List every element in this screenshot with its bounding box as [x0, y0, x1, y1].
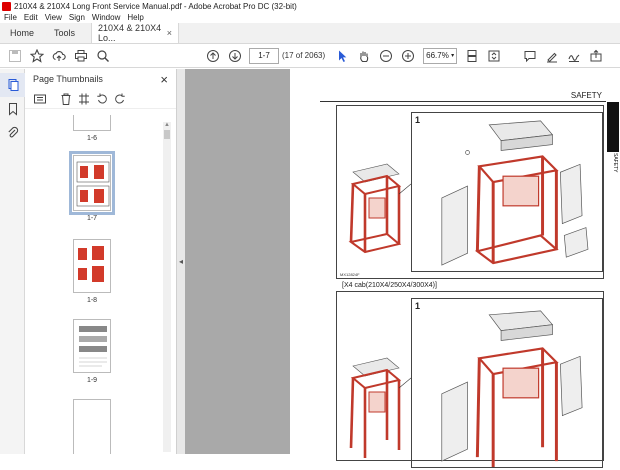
cab-exploded-drawing: [441, 120, 589, 266]
section-side-tab: [607, 102, 619, 152]
menu-sign[interactable]: Sign: [69, 13, 85, 22]
scroll-up-icon[interactable]: ▲: [163, 122, 171, 130]
tab-bar: Home Tools 210X4 & 210X4 Lo... ×: [0, 23, 620, 44]
figure-1-number: 1: [415, 115, 421, 125]
main-toolbar: 1-7 (17 of 2063) 66.7% ▾: [0, 44, 620, 68]
rotate-clockwise-icon[interactable]: [111, 90, 129, 108]
thumbnails-toolbar: [25, 89, 176, 109]
chevron-left-icon: ◂: [178, 257, 183, 266]
section-side-label: SAFETY: [612, 153, 618, 173]
page-thumbnails-icon[interactable]: [0, 73, 25, 97]
bookmarks-icon[interactable]: [0, 97, 25, 121]
scrollbar-thumb[interactable]: [164, 130, 170, 139]
previous-page-icon[interactable]: [202, 45, 224, 67]
figure-2-exploded-view: 1: [411, 298, 603, 468]
thumbnail-page-next[interactable]: [73, 399, 111, 454]
thumbnail-label: 1-6: [86, 135, 98, 142]
window-title: 210X4 & 210X4 Long Front Service Manual.…: [14, 1, 297, 11]
cab-frame-drawing: [348, 163, 411, 254]
tab-close-icon[interactable]: ×: [167, 28, 172, 38]
scroll-mode-icon[interactable]: [483, 45, 505, 67]
section-header: SAFETY: [570, 91, 602, 100]
zoom-level-select[interactable]: 66.7% ▾: [423, 47, 458, 64]
thumbnail-page-1-6[interactable]: [73, 115, 111, 131]
search-icon[interactable]: [92, 45, 114, 67]
menu-window[interactable]: Window: [92, 13, 120, 22]
attachments-paperclip-icon[interactable]: [0, 121, 25, 145]
tab-tools[interactable]: Tools: [44, 23, 85, 43]
delete-page-icon[interactable]: [57, 90, 75, 108]
close-icon[interactable]: ×: [160, 72, 168, 87]
left-nav-rail: [0, 69, 25, 454]
menu-help[interactable]: Help: [127, 13, 143, 22]
thumbnail-page-1-9[interactable]: [73, 319, 111, 373]
thumbnail-label: 1-7: [86, 215, 98, 222]
thumbnails-scrollbar[interactable]: ▲: [163, 122, 171, 452]
page-layout-icon[interactable]: [461, 45, 483, 67]
figure-caption: [X4 cab(210X4/250X4/300X4)]: [342, 282, 437, 289]
figure-1-exploded-view: 1: [411, 112, 603, 272]
menu-view[interactable]: View: [45, 13, 62, 22]
page-number-input[interactable]: 1-7: [249, 47, 279, 64]
cab-frame-drawing-2: [349, 357, 411, 458]
sign-icon[interactable]: [563, 45, 585, 67]
figure-2: 1: [336, 291, 604, 468]
thumbnails-title: Page Thumbnails: [33, 74, 103, 84]
upload-cloud-icon[interactable]: [48, 45, 70, 67]
zoom-out-icon[interactable]: [375, 45, 397, 67]
thumbnail-page-1-8[interactable]: [73, 239, 111, 293]
title-bar: 210X4 & 210X4 Long Front Service Manual.…: [0, 0, 620, 12]
collapse-panel-handle[interactable]: ◂: [177, 69, 185, 454]
page-count: (17 of 2063): [282, 51, 326, 60]
thumbnails-header: Page Thumbnails ×: [25, 69, 176, 89]
menu-edit[interactable]: Edit: [24, 13, 38, 22]
zoom-level-value: 66.7%: [426, 51, 449, 60]
thumbnail-label: 1-8: [86, 297, 98, 304]
save-icon[interactable]: [4, 45, 26, 67]
tab-document[interactable]: 210X4 & 210X4 Lo... ×: [91, 23, 180, 43]
menu-file[interactable]: File: [4, 13, 17, 22]
zoom-in-icon[interactable]: [397, 45, 419, 67]
acrobat-logo-icon: [2, 1, 11, 11]
document-canvas[interactable]: SAFETY SAFETY 1 MX12824F [X4 cab(210X4/2…: [185, 69, 620, 468]
extract-pages-icon[interactable]: [75, 90, 93, 108]
menu-bar: File Edit View Sign Window Help: [0, 12, 620, 23]
share-icon[interactable]: [585, 45, 607, 67]
chevron-down-icon: ▾: [451, 53, 455, 59]
print-icon[interactable]: [70, 45, 92, 67]
highlight-pen-icon[interactable]: [541, 45, 563, 67]
thumbnail-preview: [79, 326, 107, 367]
tab-document-label: 210X4 & 210X4 Lo...: [98, 23, 162, 43]
document-page: SAFETY SAFETY 1 MX12824F [X4 cab(210X4/2…: [290, 69, 620, 468]
hand-tool-icon[interactable]: [353, 45, 375, 67]
thumbnail-options-icon[interactable]: [31, 90, 49, 108]
figure-2-number: 1: [415, 301, 421, 311]
thumbnail-preview: [78, 246, 104, 282]
thumbnail-label: 1-9: [86, 377, 98, 384]
comment-icon[interactable]: [519, 45, 541, 67]
bookmark-star-icon[interactable]: [26, 45, 48, 67]
page-thumbnails-panel: Page Thumbnails × 1-6 1-7 1-8 1-9: [25, 69, 177, 454]
figure-1-code: MX12824F: [340, 272, 360, 277]
thumbnail-page-1-7[interactable]: [69, 151, 115, 215]
thumbnail-preview: [76, 161, 110, 207]
next-page-icon[interactable]: [224, 45, 246, 67]
figure-1: 1 MX12824F: [336, 105, 604, 279]
rotate-counterclockwise-icon[interactable]: [93, 90, 111, 108]
page-header: SAFETY: [320, 89, 606, 102]
select-cursor-icon[interactable]: [331, 45, 353, 67]
tab-home[interactable]: Home: [0, 23, 44, 43]
cab-exploded-drawing-2: [441, 310, 583, 467]
